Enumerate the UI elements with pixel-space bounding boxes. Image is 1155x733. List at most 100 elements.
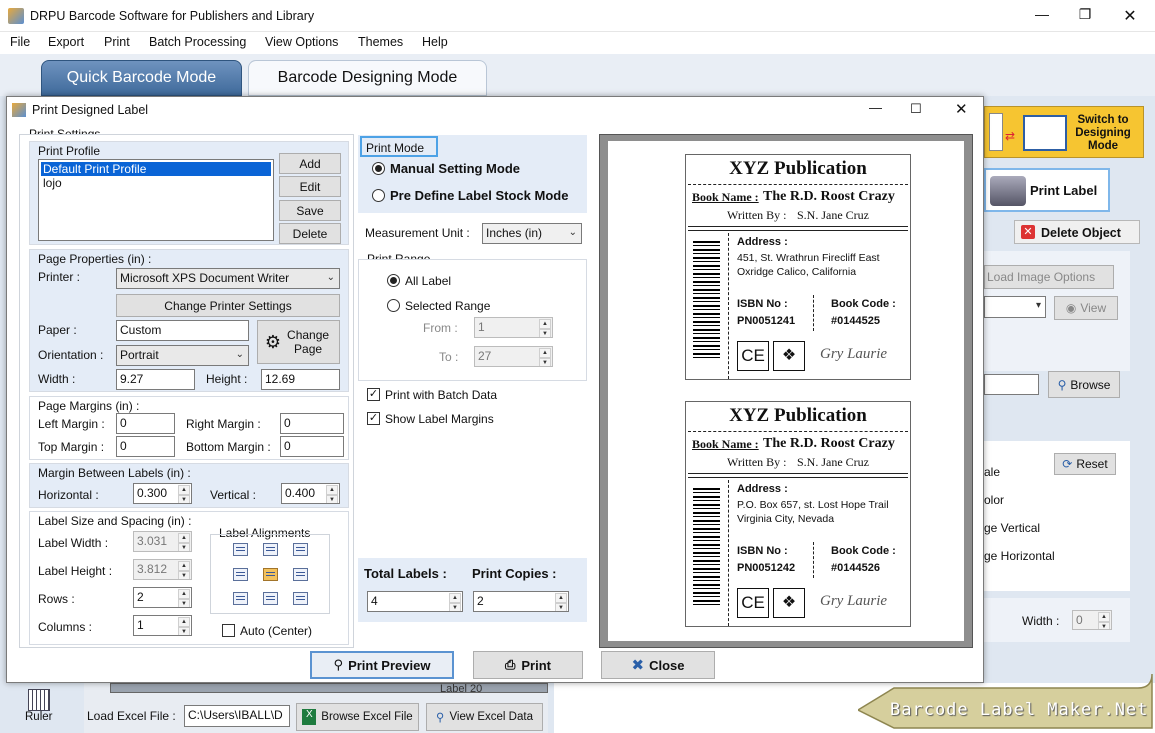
save-profile-button[interactable]: Save [279, 200, 341, 221]
dialog-maximize-icon[interactable]: ☐ [910, 101, 922, 117]
align-middle-left-icon[interactable] [233, 568, 248, 581]
label-height-spinner[interactable]: 3.812 ▲ ▼ [133, 559, 192, 580]
menu-export[interactable]: Export [48, 35, 84, 49]
paper-input[interactable]: Custom [116, 320, 249, 341]
menu-view-options[interactable]: View Options [265, 35, 338, 49]
bottom-margin-input[interactable]: 0 [280, 436, 344, 457]
profile-item-default[interactable]: Default Print Profile [40, 161, 272, 177]
columns-spinner[interactable]: 1 ▲ ▼ [133, 615, 192, 636]
delete-profile-button[interactable]: Delete [279, 223, 341, 244]
width-label: Width : [38, 372, 76, 386]
align-bottom-left-icon[interactable] [233, 592, 248, 605]
align-top-center-icon[interactable] [263, 543, 278, 556]
close-button[interactable]: ✖ Close [601, 651, 715, 679]
ruler-icon[interactable] [28, 689, 50, 711]
print-copies-spinner[interactable]: 2 ▲ ▼ [473, 591, 569, 612]
rows-label: Rows : [38, 592, 75, 606]
left-margin-input[interactable]: 0 [116, 413, 175, 434]
orientation-select[interactable]: Portrait ⌄ [116, 345, 249, 366]
top-margin-input[interactable]: 0 [116, 436, 175, 457]
minimize-icon[interactable]: — [1032, 6, 1052, 26]
delete-object-button[interactable]: ✕ Delete Object [1014, 220, 1140, 244]
menu-file[interactable]: File [10, 35, 30, 49]
selected-range-radio[interactable] [387, 299, 400, 312]
isbn-label: ISBN No : [737, 298, 788, 310]
width-input[interactable]: 9.27 [116, 369, 195, 390]
dialog-title: Print Designed Label [32, 103, 149, 117]
change-page-button[interactable]: ⚙ Change Page [257, 320, 340, 364]
reset-button[interactable]: ⟳ Reset [1054, 453, 1116, 475]
margin-between-group: Margin Between Labels (in) : Horizontal … [29, 463, 349, 508]
effect-option-color[interactable]: olor [984, 493, 1004, 507]
effect-option-horizontal[interactable]: ge Horizontal [984, 549, 1055, 563]
all-label-radio[interactable] [387, 274, 400, 287]
title-bar: DRPU Barcode Software for Publishers and… [0, 0, 1155, 32]
maximize-icon[interactable]: ❐ [1075, 6, 1095, 26]
rows-spinner[interactable]: 2 ▲ ▼ [133, 587, 192, 608]
written-by-label: Written By : [727, 208, 787, 222]
printer-select[interactable]: Microsoft XPS Document Writer ⌄ [116, 268, 340, 289]
signature: Gry Laurie [820, 593, 888, 609]
profile-list[interactable]: Default Print Profile lojo [38, 159, 274, 241]
browse-excel-button[interactable]: X Browse Excel File [296, 703, 419, 731]
view-excel-button[interactable]: ⚲ View Excel Data [426, 703, 543, 731]
address-line1: P.O. Box 657, st. Lost Hope Trail [737, 499, 889, 511]
print-label-button[interactable]: Print Label [984, 168, 1110, 212]
change-printer-settings-button[interactable]: Change Printer Settings [116, 294, 340, 317]
image-path-input[interactable] [984, 374, 1039, 395]
to-spinner[interactable]: 27 ▲ ▼ [474, 346, 553, 367]
measurement-unit-select[interactable]: Inches (in) ⌄ [482, 223, 582, 244]
preview-page: XYZ Publication Book Name : The R.D. Roo… [608, 141, 964, 641]
tab-quick-barcode-mode[interactable]: Quick Barcode Mode [41, 60, 242, 96]
menu-batch-processing[interactable]: Batch Processing [149, 35, 246, 49]
predefine-mode-radio[interactable] [372, 189, 385, 202]
show-margins-checkbox[interactable]: ✓ [367, 412, 380, 425]
effect-option-grayscale[interactable]: ale [984, 465, 1000, 479]
menu-print[interactable]: Print [104, 35, 130, 49]
tab-barcode-designing-mode[interactable]: Barcode Designing Mode [248, 60, 487, 96]
edit-profile-button[interactable]: Edit [279, 176, 341, 197]
book-code-value: #0144525 [831, 315, 880, 327]
height-label: Height : [206, 372, 248, 386]
auto-center-checkbox[interactable] [222, 624, 235, 637]
dialog-minimize-icon[interactable]: — [869, 100, 882, 115]
align-middle-center-icon[interactable] [263, 568, 278, 581]
excel-path-input[interactable]: C:\Users\IBALL\D [184, 705, 290, 727]
menu-themes[interactable]: Themes [358, 35, 403, 49]
from-spinner[interactable]: 1 ▲ ▼ [474, 317, 553, 338]
width-input-right[interactable]: 0 ▲ ▼ [1072, 610, 1112, 630]
delete-object-label: Delete Object [1041, 226, 1121, 240]
vertical-spinner[interactable]: 0.400 ▲ ▼ [281, 483, 340, 504]
browse-button[interactable]: ⚲ Browse [1048, 371, 1120, 398]
effect-option-vertical[interactable]: ge Vertical [984, 521, 1040, 535]
vertical-label: Vertical : [210, 488, 257, 502]
label-width-spinner[interactable]: 3.031 ▲ ▼ [133, 531, 192, 552]
print-batch-label: Print with Batch Data [385, 388, 498, 402]
dialog-close-icon[interactable]: ✕ [955, 100, 968, 118]
print-preview-label: Print Preview [348, 657, 431, 673]
print-button[interactable]: ⎙ Print [473, 651, 583, 679]
print-batch-checkbox[interactable]: ✓ [367, 388, 380, 401]
align-bottom-center-icon[interactable] [263, 592, 278, 605]
manual-mode-radio[interactable] [372, 162, 385, 175]
written-by-value: S.N. Jane Cruz [797, 455, 869, 469]
height-input[interactable]: 12.69 [261, 369, 340, 390]
switch-designing-button[interactable]: ⇄ Switch to Designing Mode [984, 106, 1144, 158]
image-dropdown[interactable]: ▾ [984, 296, 1046, 318]
print-preview-button[interactable]: ⚲ Print Preview [310, 651, 454, 679]
horizontal-spinner[interactable]: 0.300 ▲ ▼ [133, 483, 192, 504]
page-margins-group: Page Margins (in) : Left Margin : 0 Righ… [29, 396, 349, 460]
align-middle-right-icon[interactable] [293, 568, 308, 581]
add-profile-button[interactable]: Add [279, 153, 341, 174]
total-labels-spinner[interactable]: 4 ▲ ▼ [367, 591, 463, 612]
align-top-left-icon[interactable] [233, 543, 248, 556]
load-image-options-button[interactable]: Load Image Options [984, 265, 1114, 289]
menu-help[interactable]: Help [422, 35, 448, 49]
close-window-icon[interactable]: ✕ [1120, 6, 1140, 26]
align-top-right-icon[interactable] [293, 543, 308, 556]
align-bottom-right-icon[interactable] [293, 592, 308, 605]
view-button[interactable]: ◉ View [1054, 296, 1118, 320]
right-margin-input[interactable]: 0 [280, 413, 344, 434]
label-list-item[interactable]: Label 20 [440, 683, 482, 695]
profile-item-lojo[interactable]: lojo [43, 176, 62, 190]
